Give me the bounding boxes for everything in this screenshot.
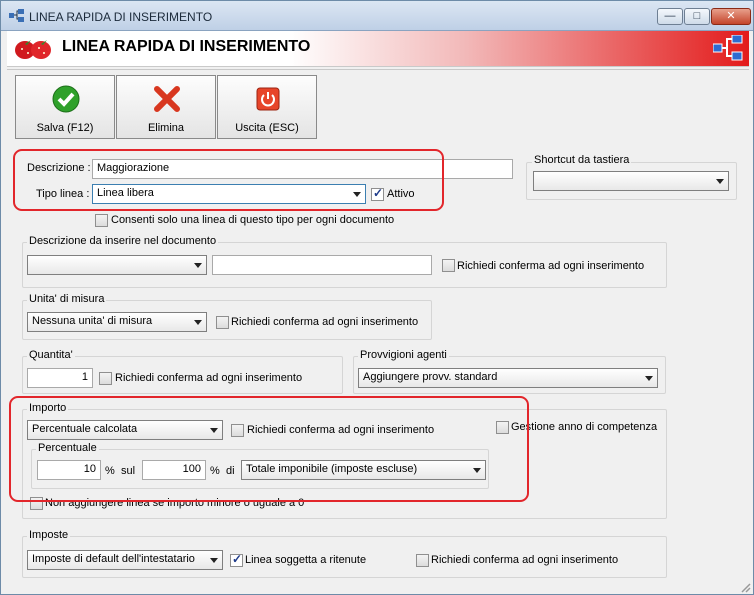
minimize-icon: — — [664, 10, 676, 22]
descrizione-doc-label: Descrizione da inserire nel documento — [27, 235, 219, 247]
gestione-label: Gestione anno di competenza — [511, 421, 658, 433]
provvigioni-label: Provvigioni agenti — [358, 349, 449, 361]
chevron-down-icon — [645, 376, 653, 381]
descrizione-doc-input[interactable] — [212, 255, 432, 275]
unita-confirm-label: Richiedi conferma ad ogni inserimento — [231, 316, 419, 328]
toolbar-divider — [7, 69, 749, 70]
close-icon: ✕ — [726, 10, 736, 22]
delete-label: Elimina — [147, 122, 185, 134]
exit-label: Uscita (ESC) — [235, 122, 299, 134]
chevron-down-icon — [210, 558, 218, 563]
imposte-label: Imposte — [27, 529, 71, 541]
header-banner: LINEA RAPIDA DI INSERIMENTO — [7, 31, 749, 67]
minimize-button[interactable]: — — [657, 8, 683, 25]
close-button[interactable]: ✕ — [711, 8, 751, 25]
save-label: Salva (F12) — [36, 122, 94, 134]
app-window: LINEA RAPIDA DI INSERIMENTO — □ ✕ LINEA … — [0, 0, 754, 595]
unita-confirm-checkbox[interactable] — [216, 316, 229, 329]
shortcut-select[interactable] — [533, 171, 729, 191]
checkmark-icon — [52, 85, 80, 113]
highlight-box-importo — [9, 396, 529, 502]
consenti-label: Consenti solo una linea di questo tipo p… — [111, 214, 395, 226]
descrizione-doc-select[interactable] — [27, 255, 207, 275]
imposte-select[interactable]: Imposte di default dell'intestatario — [27, 550, 223, 570]
chevron-down-icon — [716, 179, 724, 184]
unita-label: Unita' di misura — [27, 293, 107, 305]
imposte-value: Imposte di default dell'intestatario — [32, 553, 195, 565]
quantita-confirm-label: Richiedi conferma ad ogni inserimento — [115, 372, 303, 384]
maximize-button[interactable]: □ — [684, 8, 710, 25]
provvigioni-select[interactable]: Aggiungere provv. standard — [358, 368, 658, 388]
power-icon — [256, 87, 280, 111]
provvigioni-value: Aggiungere provv. standard — [363, 371, 498, 383]
shortcut-label: Shortcut da tastiera — [532, 154, 632, 166]
maximize-icon: □ — [693, 10, 701, 22]
save-button[interactable]: Salva (F12) — [15, 75, 115, 139]
highlight-box-top — [13, 149, 444, 211]
consenti-checkbox[interactable] — [95, 214, 108, 227]
imposte-confirm-checkbox[interactable] — [416, 554, 429, 567]
ritenute-checkbox[interactable]: ✓ — [230, 552, 243, 567]
title-bar: LINEA RAPIDA DI INSERIMENTO — □ ✕ — [1, 1, 753, 31]
delete-button[interactable]: Elimina — [116, 75, 216, 139]
chevron-down-icon — [194, 263, 202, 268]
unita-value: Nessuna unita' di misura — [32, 315, 153, 327]
resize-grip-icon[interactable] — [739, 581, 751, 593]
quantita-label: Quantita' — [27, 349, 75, 361]
imposte-confirm-label: Richiedi conferma ad ogni inserimento — [431, 554, 619, 566]
quantita-confirm-checkbox[interactable] — [99, 372, 112, 385]
window-title: LINEA RAPIDA DI INSERIMENTO — [29, 10, 213, 24]
app-icon — [9, 9, 24, 22]
descrizione-doc-confirm-label: Richiedi conferma ad ogni inserimento — [457, 260, 645, 272]
check-icon: ✓ — [232, 552, 243, 566]
exit-button[interactable]: Uscita (ESC) — [217, 75, 317, 139]
chevron-down-icon — [194, 320, 202, 325]
ritenute-label: Linea soggetta a ritenute — [245, 554, 367, 566]
red-x-icon — [154, 86, 180, 112]
page-title: LINEA RAPIDA DI INSERIMENTO — [62, 38, 311, 55]
quantita-input[interactable]: 1 — [27, 368, 93, 388]
network-icon — [713, 35, 743, 61]
strawberry-icon — [15, 40, 51, 59]
unita-select[interactable]: Nessuna unita' di misura — [27, 312, 207, 332]
descrizione-doc-confirm-checkbox[interactable] — [442, 259, 455, 272]
